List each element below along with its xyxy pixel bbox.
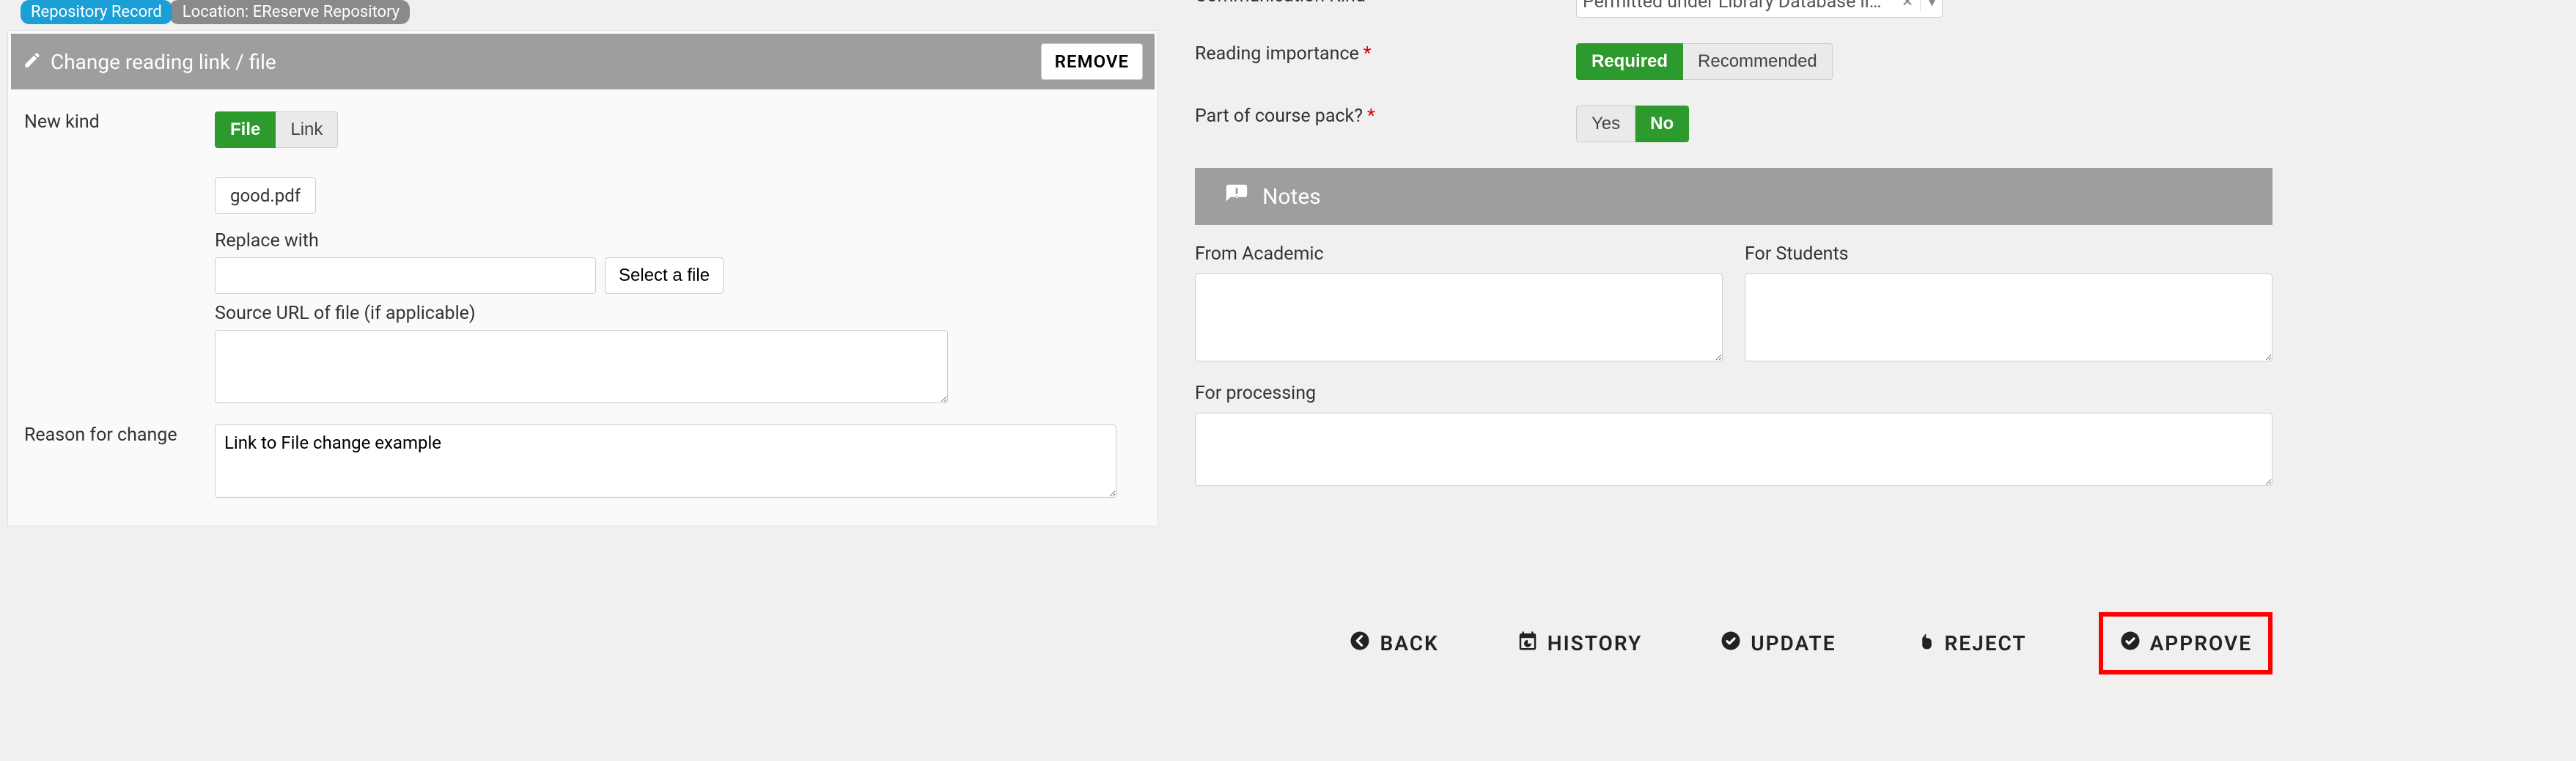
required-asterisk: *: [1364, 43, 1372, 65]
coursepack-toggle: Yes No: [1576, 106, 1689, 142]
history-icon: [1517, 630, 1539, 657]
badge-repository-record[interactable]: Repository Record: [21, 0, 172, 24]
comm-kind-selected-value: Permitted under Library Database lice…: [1583, 0, 1891, 12]
for-processing-textarea[interactable]: [1195, 413, 2273, 486]
approve-label: APPROVE: [2150, 631, 2252, 655]
notes-section: Notes From Academic For Students For pro…: [1195, 168, 2273, 489]
current-file-chip[interactable]: good.pdf: [215, 177, 316, 214]
importance-toggle: Required Recommended: [1576, 43, 1833, 80]
remove-button[interactable]: REMOVE: [1041, 43, 1143, 80]
coursepack-yes-button[interactable]: Yes: [1576, 106, 1635, 142]
select-file-button[interactable]: Select a file: [605, 257, 724, 294]
notes-header: Notes: [1195, 168, 2273, 225]
left-panel: Repository Record Location: EReserve Rep…: [7, 0, 1158, 526]
comm-kind-select[interactable]: Permitted under Library Database lice… ×…: [1576, 0, 1943, 18]
required-asterisk: *: [1370, 0, 1378, 7]
clear-icon[interactable]: ×: [1895, 0, 1920, 12]
notes-title: Notes: [1262, 184, 1321, 210]
approve-button[interactable]: APPROVE: [2106, 620, 2265, 667]
reject-button[interactable]: REJECT: [1901, 620, 2040, 667]
change-section-header: Change reading link / file REMOVE: [11, 34, 1155, 89]
importance-label: Reading importance*: [1195, 43, 1576, 65]
for-students-label: For Students: [1745, 243, 2273, 265]
source-url-textarea[interactable]: [215, 330, 948, 403]
change-section-title: Change reading link / file: [51, 50, 276, 74]
from-academic-label: From Academic: [1195, 243, 1723, 265]
source-url-label: Source URL of file (if applicable): [215, 303, 1141, 324]
change-form-body: New kind File Link good.pdf Replace with…: [11, 89, 1155, 523]
reason-label: Reason for change: [24, 424, 215, 501]
importance-required-button[interactable]: Required: [1576, 43, 1683, 80]
replace-with-label: Replace with: [215, 230, 1141, 251]
for-students-textarea[interactable]: [1745, 273, 2273, 361]
reject-icon: [1914, 630, 1936, 657]
back-icon: [1349, 630, 1371, 657]
reason-textarea[interactable]: [215, 424, 1116, 498]
change-panel-highlight: Change reading link / file REMOVE New ki…: [7, 30, 1158, 526]
update-button[interactable]: UPDATE: [1707, 620, 1849, 667]
update-label: UPDATE: [1751, 631, 1836, 655]
bottom-actions-bar: BACK HISTORY UPDATE REJECT APPROVE: [1195, 612, 2273, 674]
from-academic-textarea[interactable]: [1195, 273, 1723, 361]
approve-icon: [2119, 630, 2141, 657]
comm-kind-label: Communication Kind*: [1195, 0, 1576, 7]
for-processing-label: For processing: [1195, 383, 2273, 404]
new-kind-toggle: File Link: [215, 111, 338, 148]
notes-icon: [1224, 183, 1249, 210]
history-button[interactable]: HISTORY: [1504, 620, 1655, 667]
coursepack-label: Part of course pack?*: [1195, 106, 1576, 127]
required-asterisk: *: [1367, 106, 1375, 127]
back-button[interactable]: BACK: [1336, 620, 1451, 667]
new-kind-link-button[interactable]: Link: [276, 111, 338, 148]
chevron-down-icon[interactable]: ▾: [1920, 0, 1936, 11]
back-label: BACK: [1380, 631, 1438, 655]
update-icon: [1720, 630, 1742, 657]
badges-row: Repository Record Location: EReserve Rep…: [21, 0, 1158, 24]
history-label: HISTORY: [1548, 631, 1642, 655]
reject-label: REJECT: [1945, 631, 2027, 655]
importance-recommended-button[interactable]: Recommended: [1683, 43, 1833, 80]
badge-location[interactable]: Location: EReserve Repository: [169, 0, 410, 24]
approve-highlight: APPROVE: [2099, 612, 2273, 674]
right-panel: Communication Kind* Permitted under Libr…: [1195, 0, 2273, 489]
new-kind-label: New kind: [24, 111, 215, 406]
replace-with-input[interactable]: [215, 257, 596, 294]
new-kind-file-button[interactable]: File: [215, 111, 276, 148]
coursepack-no-button[interactable]: No: [1635, 106, 1689, 142]
edit-icon: [23, 51, 42, 73]
